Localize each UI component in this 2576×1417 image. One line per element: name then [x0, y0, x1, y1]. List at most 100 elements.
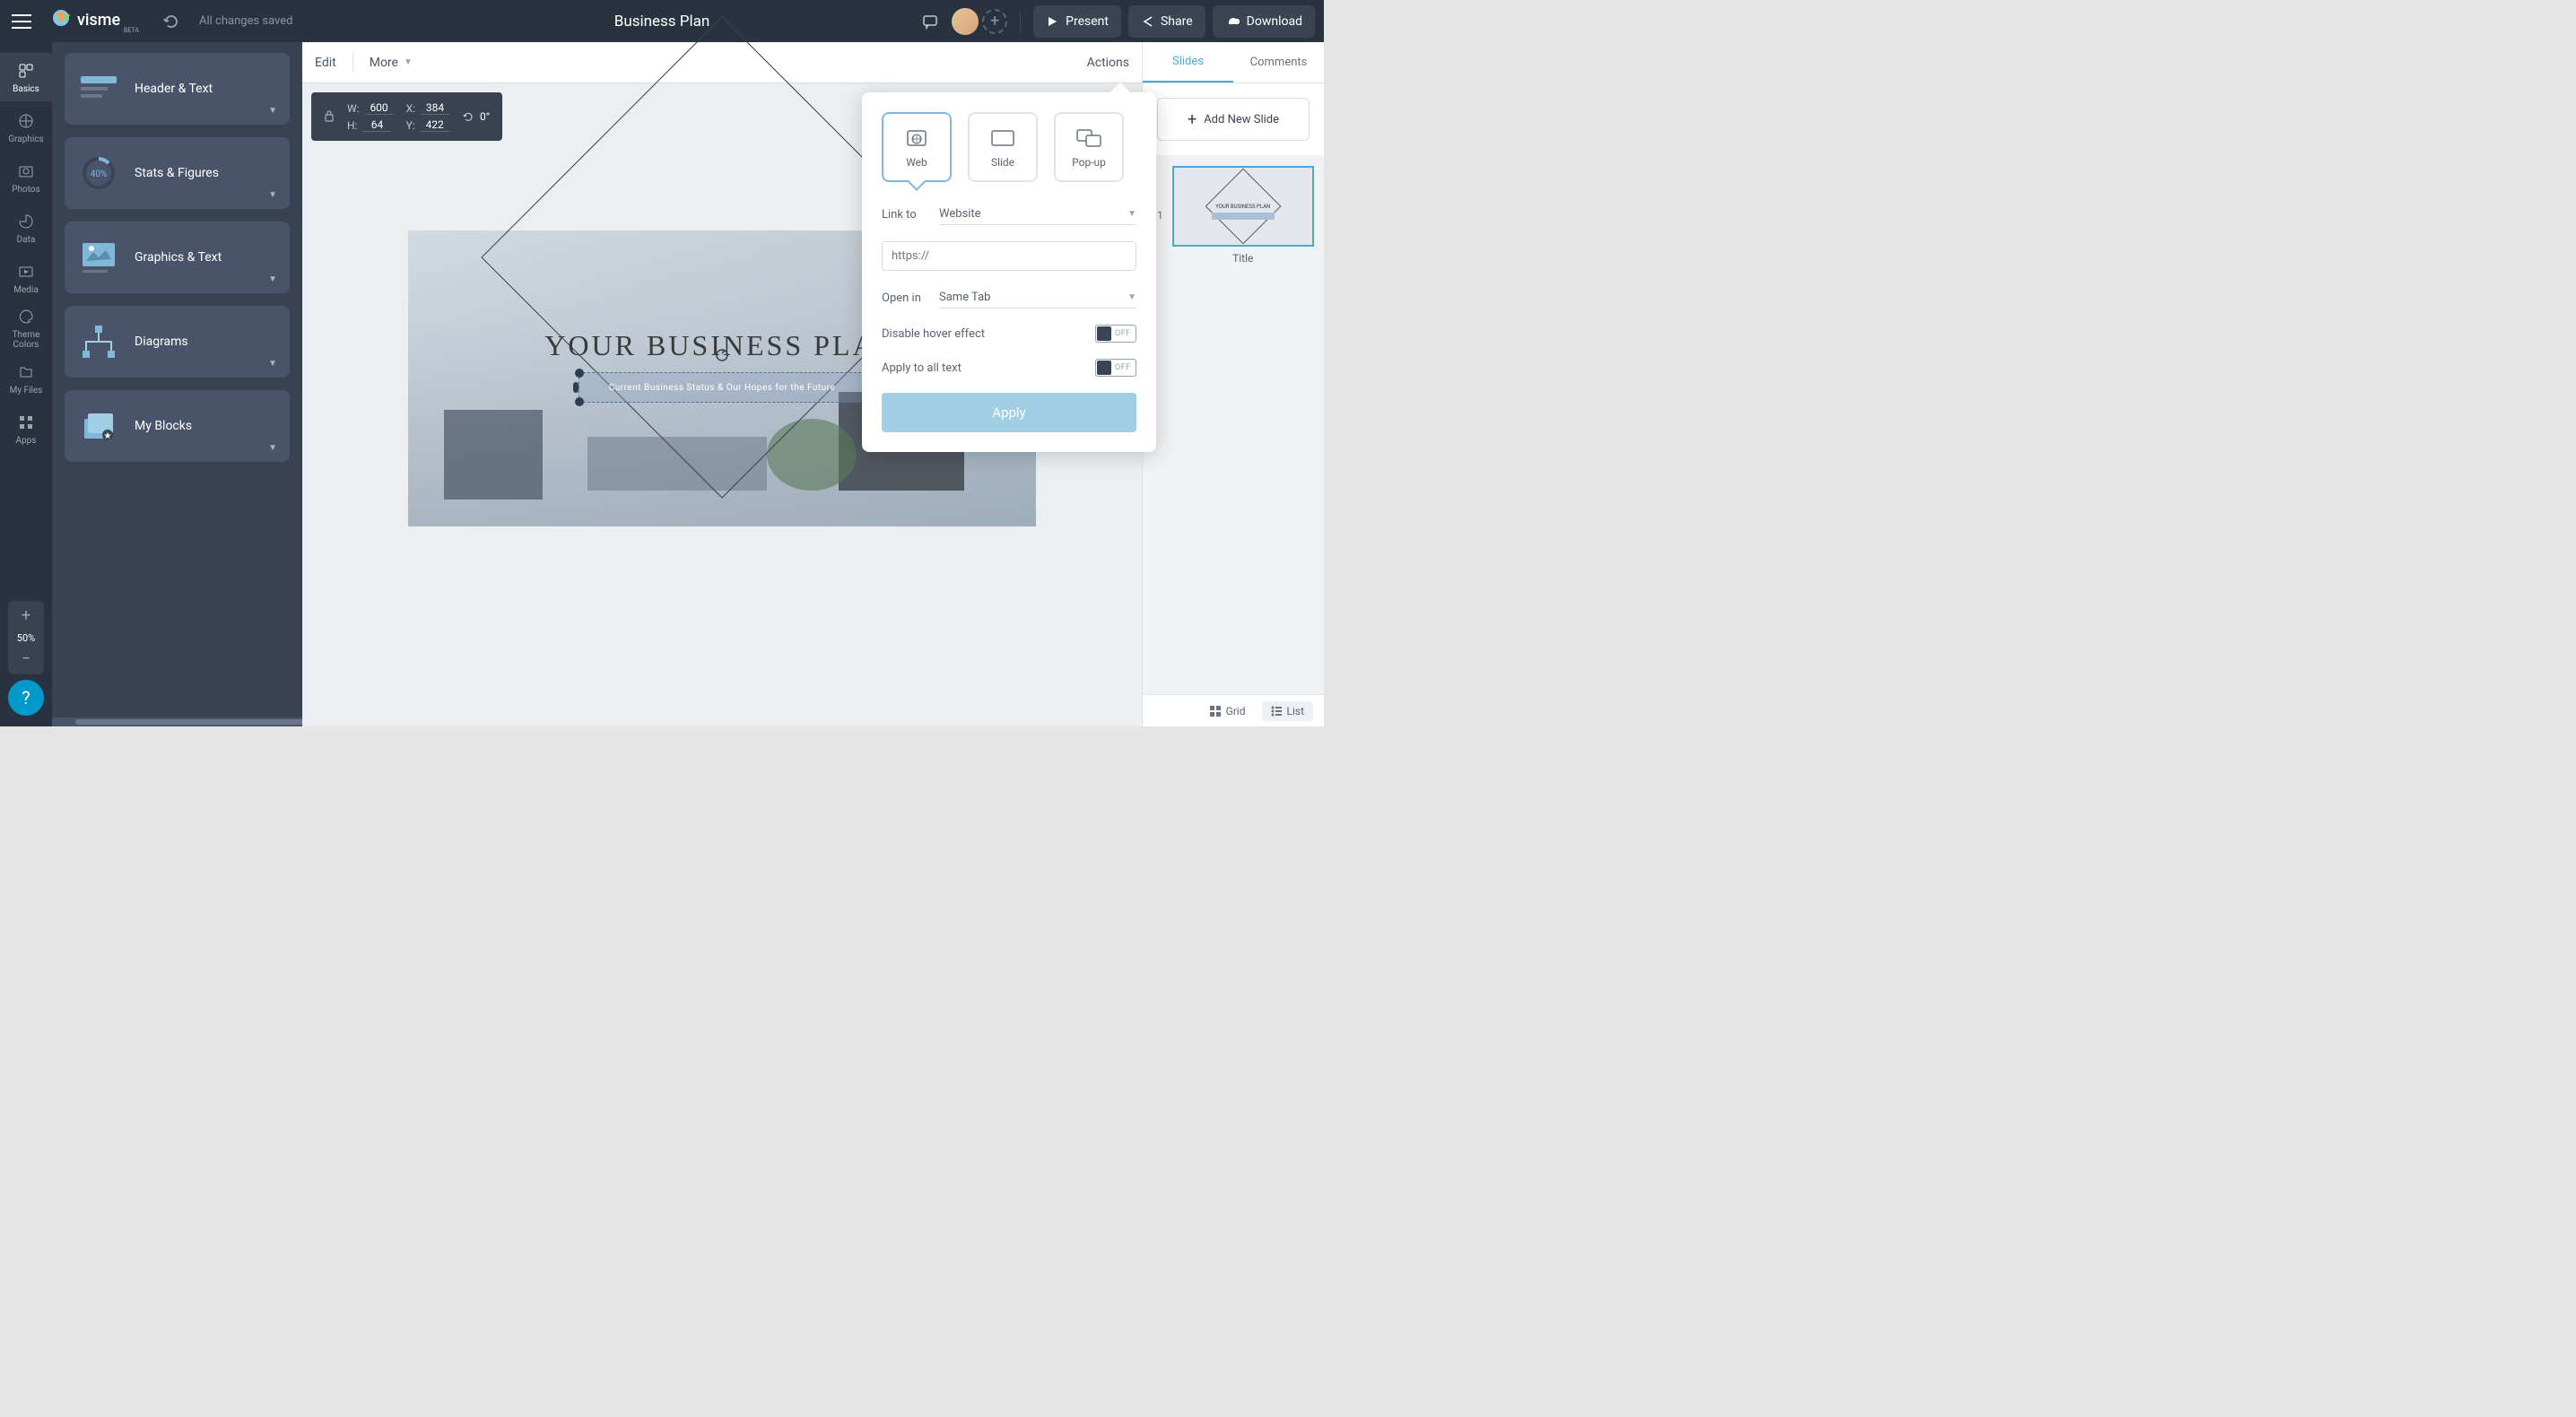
media-icon	[16, 262, 36, 282]
add-slide-button[interactable]: + Add New Slide	[1157, 98, 1310, 141]
rail-basics[interactable]: Basics	[0, 53, 52, 101]
height-input[interactable]	[362, 118, 391, 132]
action-type-web[interactable]: Web	[882, 112, 952, 182]
zoom-value: 50%	[17, 632, 35, 644]
link-to-select[interactable]: Website ▼	[939, 204, 1136, 225]
toggle-state: OFF	[1115, 363, 1131, 372]
svg-text:★: ★	[104, 431, 112, 441]
project-title[interactable]: Business Plan	[614, 13, 710, 30]
toolbar-left: Edit More ▼	[315, 53, 413, 73]
apps-icon	[16, 413, 36, 432]
more-dropdown[interactable]: More ▼	[370, 56, 413, 70]
zoom-out[interactable]: −	[22, 651, 30, 667]
block-thumb: ★	[79, 406, 118, 446]
slide-thumb-item[interactable]: 1 YOUR BUSINESS PLAN Title	[1157, 166, 1310, 265]
help-button[interactable]: ?	[8, 680, 44, 716]
zoom-in[interactable]: +	[22, 608, 30, 624]
rail-data[interactable]: Data	[0, 204, 52, 252]
user-avatar[interactable]	[952, 8, 979, 35]
blocks-panel: Header & Text ▼ 40% Stats & Figures ▼ Gr…	[52, 42, 302, 726]
block-label: Diagrams	[135, 335, 188, 349]
slide-icon	[988, 126, 1017, 151]
chevron-down-icon: ▼	[268, 190, 277, 200]
topbar: visme BETA All changes saved Business Pl…	[0, 0, 1324, 42]
view-list-label: List	[1287, 705, 1305, 717]
files-icon	[16, 362, 36, 382]
view-grid[interactable]: Grid	[1201, 701, 1255, 721]
hamburger-menu[interactable]	[0, 0, 43, 42]
url-input[interactable]	[882, 241, 1136, 271]
rotate-handle[interactable]	[715, 348, 729, 362]
lock-icon[interactable]	[324, 109, 335, 125]
edit-button[interactable]: Edit	[315, 56, 336, 70]
graphics-icon	[16, 111, 36, 131]
rail-label: My Files	[10, 386, 43, 396]
selected-text-element[interactable]: Current Business Status & Our Hopes for …	[579, 372, 866, 403]
rail-my-files[interactable]: My Files	[0, 354, 52, 403]
chevron-down-icon: ▼	[1127, 292, 1136, 302]
share-button[interactable]: Share	[1128, 5, 1205, 38]
save-status: All changes saved	[199, 14, 293, 28]
block-my-blocks[interactable]: ★ My Blocks ▼	[65, 390, 290, 462]
rail-label: Data	[17, 235, 36, 245]
rail-media[interactable]: Media	[0, 254, 52, 302]
plus-icon: +	[1188, 110, 1197, 129]
y-input[interactable]	[421, 118, 449, 132]
disable-hover-toggle[interactable]: OFF	[1095, 325, 1136, 343]
open-in-row: Open in Same Tab ▼	[882, 287, 1136, 309]
block-graphics-text[interactable]: Graphics & Text ▼	[65, 222, 290, 293]
apply-button[interactable]: Apply	[882, 393, 1136, 432]
apply-all-toggle[interactable]: OFF	[1095, 359, 1136, 377]
action-type-label: Slide	[991, 156, 1014, 169]
right-tabs: Slides Comments	[1143, 42, 1324, 83]
svg-text:BETA: BETA	[124, 27, 139, 34]
rail-bottom: + 50% − ?	[8, 601, 44, 726]
present-button[interactable]: Present	[1033, 5, 1121, 38]
chevron-down-icon: ▼	[404, 57, 413, 67]
canvas-area: Edit More ▼ Actions W: H: X: Y: 0°	[302, 42, 1142, 726]
rail-theme-colors[interactable]: Theme Colors	[0, 304, 52, 352]
visme-logo[interactable]: visme BETA	[50, 7, 151, 36]
view-bar: Grid List	[1143, 694, 1324, 726]
selection-handle[interactable]	[573, 382, 579, 393]
apply-all-label: Apply to all text	[882, 361, 962, 375]
open-in-select[interactable]: Same Tab ▼	[939, 287, 1136, 309]
block-thumb	[79, 238, 118, 277]
action-type-slide[interactable]: Slide	[968, 112, 1038, 182]
action-type-popup[interactable]: Pop-up	[1054, 112, 1124, 182]
width-input[interactable]	[365, 101, 394, 115]
undo-button[interactable]	[160, 11, 181, 32]
rail-graphics[interactable]: Graphics	[0, 103, 52, 152]
apply-all-row: Apply to all text OFF	[882, 359, 1136, 377]
link-to-label: Link to	[882, 208, 927, 222]
rail-photos[interactable]: Photos	[0, 153, 52, 202]
divider	[352, 53, 353, 73]
block-label: Stats & Figures	[135, 166, 219, 180]
block-label: Header & Text	[135, 82, 213, 96]
tab-comments[interactable]: Comments	[1233, 43, 1324, 82]
comment-icon[interactable]	[916, 7, 944, 36]
chevron-down-icon: ▼	[268, 443, 277, 453]
tab-slides[interactable]: Slides	[1143, 42, 1233, 83]
block-stats-figures[interactable]: 40% Stats & Figures ▼	[65, 137, 290, 209]
add-user-button[interactable]: +	[982, 9, 1007, 34]
more-label: More	[370, 56, 398, 70]
popup-icon	[1075, 126, 1103, 151]
x-input[interactable]	[421, 101, 449, 115]
actions-button[interactable]: Actions	[1087, 56, 1129, 70]
view-list[interactable]: List	[1262, 701, 1314, 721]
selection-handle[interactable]	[575, 369, 584, 378]
slide-thumbnail[interactable]: YOUR BUSINESS PLAN	[1172, 166, 1314, 247]
block-diagrams[interactable]: Diagrams ▼	[65, 306, 290, 378]
rail-apps[interactable]: Apps	[0, 404, 52, 453]
rotation-control[interactable]: 0°	[462, 110, 490, 123]
palette-icon	[16, 307, 36, 326]
rail-label: Basics	[13, 84, 39, 94]
h-scrollbar[interactable]	[52, 717, 302, 726]
download-button[interactable]: Download	[1213, 5, 1315, 38]
slide-thumb-list: 1 YOUR BUSINESS PLAN Title	[1143, 155, 1324, 694]
dimension-box: W: H: X: Y: 0°	[311, 92, 502, 141]
block-header-text[interactable]: Header & Text ▼	[65, 53, 290, 125]
block-thumb	[79, 69, 118, 109]
selection-handle[interactable]	[575, 397, 584, 406]
